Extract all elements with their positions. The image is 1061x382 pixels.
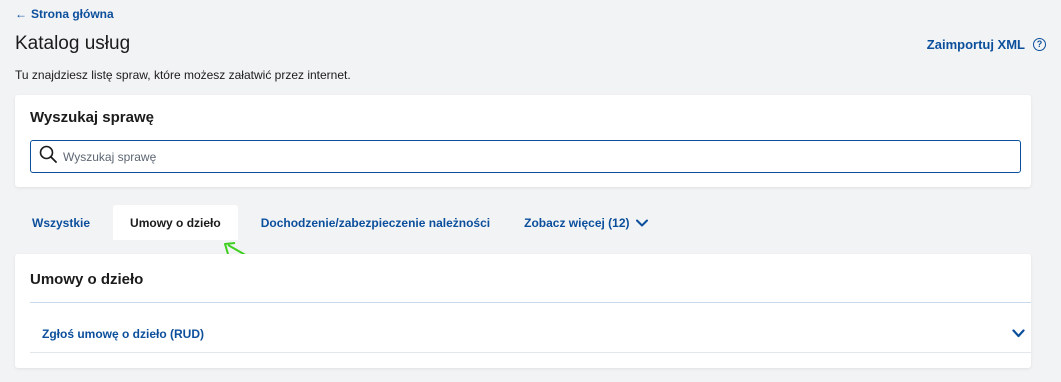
service-item-label: Zgłoś umowę o dzieło (RUD) [42,327,204,341]
search-box[interactable] [30,140,1021,173]
category-section: Umowy o dzieło Zgłoś umowę o dzieło (RUD… [15,254,1031,368]
tab-debt-recovery[interactable]: Dochodzenie/zabezpieczenie należności [244,205,507,240]
tab-show-more[interactable]: Zobacz więcej (12) [507,205,664,240]
import-xml-label: Zaimportuj XML [926,37,1025,52]
chevron-down-icon [635,216,648,230]
tab-contracts-for-work[interactable]: Umowy o dzieło [113,205,238,240]
page: ← Strona główna Katalog usług Zaimportuj… [0,0,1061,382]
search-input[interactable] [63,149,1020,164]
search-card: Wyszukaj sprawę [15,95,1031,187]
back-link[interactable]: ← Strona główna [15,7,114,21]
section-divider [30,302,1031,303]
page-subtitle: Tu znajdziesz listę spraw, które możesz … [15,68,351,82]
search-heading: Wyszukaj sprawę [30,109,154,126]
arrow-left-icon: ← [15,7,27,21]
page-title: Katalog usług [15,33,131,54]
category-tabs: Wszystkie Umowy o dzieło Dochodzenie/zab… [15,205,665,240]
tab-all[interactable]: Wszystkie [15,205,107,240]
search-icon [39,145,57,168]
chevron-down-icon[interactable] [1012,325,1025,343]
help-icon[interactable]: ? [1033,38,1046,51]
row-divider [30,352,1031,353]
section-heading: Umowy o dzieło [30,271,144,288]
back-link-label: Strona główna [31,7,114,21]
service-item-rud[interactable]: Zgłoś umowę o dzieło (RUD) [30,316,1031,352]
import-xml-link[interactable]: Zaimportuj XML ? [927,37,1046,52]
tab-show-more-label: Zobacz więcej (12) [524,215,630,230]
